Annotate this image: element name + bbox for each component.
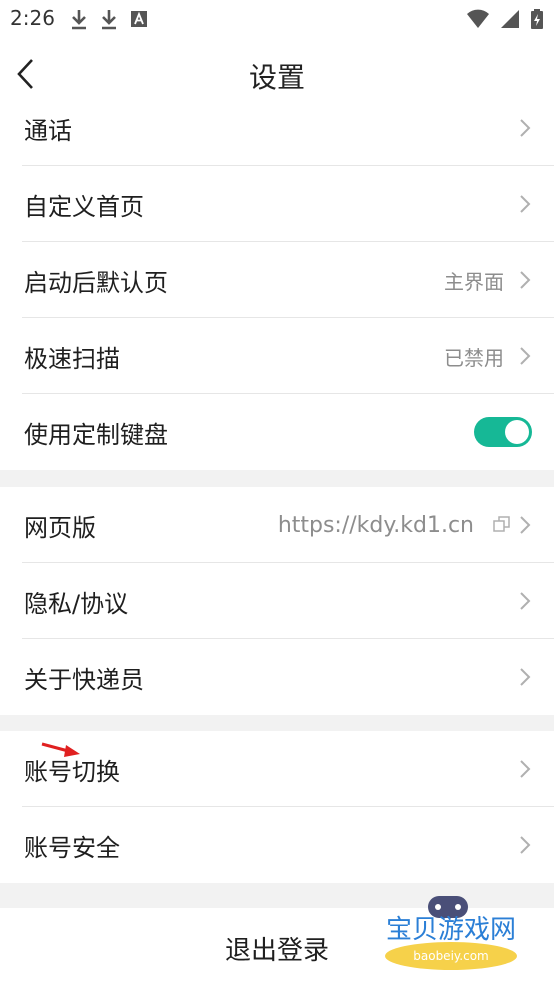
row-fast-scan[interactable]: 极速扫描 已禁用 xyxy=(0,318,554,394)
status-time: 2:26 xyxy=(10,6,55,30)
row-label: 启动后默认页 xyxy=(24,268,168,297)
toggle-knob xyxy=(505,420,529,444)
download-icon xyxy=(72,10,86,30)
row-custom-keyboard: 使用定制键盘 xyxy=(0,394,554,470)
row-account-security[interactable]: 账号安全 xyxy=(0,807,554,883)
row-label: 自定义首页 xyxy=(24,192,144,221)
chevron-right-icon xyxy=(520,516,531,534)
annotation-arrow-icon xyxy=(41,742,80,757)
status-right-icons xyxy=(466,8,544,30)
row-web-version[interactable]: 网页版 https://kdy.kd1.cn xyxy=(0,487,554,563)
chevron-right-icon xyxy=(520,119,531,137)
row-label: 极速扫描 xyxy=(24,344,120,373)
row-label: 通话 xyxy=(24,116,72,145)
download-icon xyxy=(102,10,116,30)
wifi-icon xyxy=(467,9,489,28)
row-label: 网页版 xyxy=(24,513,96,542)
row-privacy[interactable]: 隐私/协议 xyxy=(0,563,554,639)
signal-icon xyxy=(501,10,519,28)
row-label: 使用定制键盘 xyxy=(24,420,168,449)
status-bar: 2:26 xyxy=(0,0,554,38)
chevron-right-icon xyxy=(520,347,531,365)
row-value: 已禁用 xyxy=(444,345,504,370)
chevron-right-icon xyxy=(520,760,531,778)
row-value: 主界面 xyxy=(444,269,504,294)
watermark-domain: baobeiy.com xyxy=(413,949,488,963)
row-call[interactable]: 通话 xyxy=(0,90,554,166)
row-custom-home[interactable]: 自定义首页 xyxy=(0,166,554,242)
row-about-courier[interactable]: 关于快递员 xyxy=(0,639,554,715)
settings-group-about: 网页版 https://kdy.kd1.cn 隐私/协议 关于快递员 xyxy=(0,487,554,715)
row-label: 关于快递员 xyxy=(24,665,144,694)
custom-keyboard-toggle[interactable] xyxy=(474,417,532,447)
row-default-page[interactable]: 启动后默认页 主界面 xyxy=(0,242,554,318)
text-a-icon xyxy=(131,11,147,27)
watermark-title: 宝贝游戏网 xyxy=(386,915,516,945)
chevron-right-icon xyxy=(520,592,531,610)
copy-icon[interactable] xyxy=(492,514,512,534)
watermark-logo: 宝贝游戏网 baobeiy.com xyxy=(385,896,517,970)
chevron-right-icon xyxy=(520,271,531,289)
settings-group-general: 通话 自定义首页 启动后默认页 主界面 极速扫描 已禁用 使用定制键盘 xyxy=(0,90,554,470)
chevron-right-icon xyxy=(520,668,531,686)
status-left-icons xyxy=(70,8,148,30)
chevron-right-icon xyxy=(520,836,531,854)
battery-charging-icon xyxy=(531,9,543,29)
web-version-url: https://kdy.kd1.cn xyxy=(277,512,474,538)
row-label: 隐私/协议 xyxy=(24,589,129,618)
chevron-right-icon xyxy=(520,195,531,213)
row-label: 账号安全 xyxy=(24,833,120,862)
